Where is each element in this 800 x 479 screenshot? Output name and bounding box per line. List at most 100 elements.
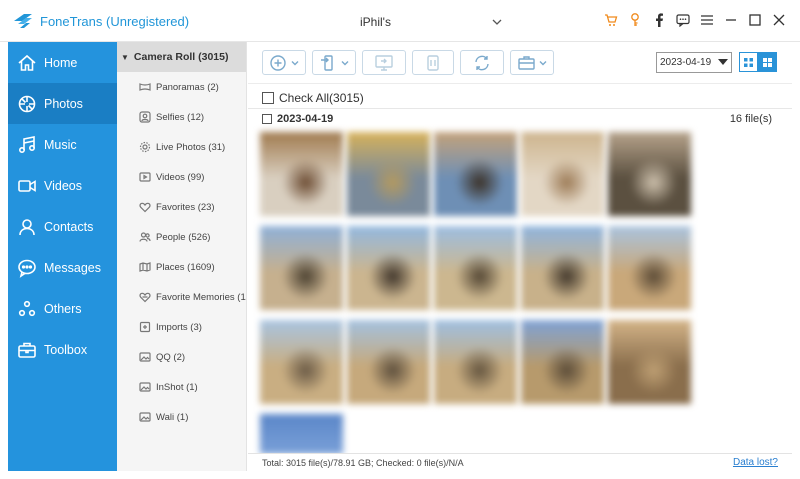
heart-icon xyxy=(139,201,151,213)
sidebar-item-label: Others xyxy=(44,301,82,316)
toolbar: 2023-04-19 xyxy=(248,42,792,84)
album-label: Favorite Memories (1419) xyxy=(156,291,246,303)
add-button[interactable] xyxy=(262,50,306,75)
photo-thumbnail[interactable] xyxy=(434,320,517,404)
status-bar: Total: 3015 file(s)/78.91 GB; Checked: 0… xyxy=(248,453,792,471)
album-item-videos[interactable]: Videos (99) xyxy=(139,169,204,185)
check-all[interactable]: Check All(3015) xyxy=(262,91,364,105)
favorite-memories-icon xyxy=(139,291,151,303)
window-frame xyxy=(0,471,800,479)
photo-thumbnail[interactable] xyxy=(347,132,430,216)
photo-thumbnail[interactable] xyxy=(434,132,517,216)
group-date[interactable]: 2023-04-19 xyxy=(262,113,333,125)
key-icon[interactable] xyxy=(628,12,642,28)
album-icon xyxy=(139,411,151,423)
album-item-inshot[interactable]: InShot (1) xyxy=(139,379,198,395)
photo-thumbnail[interactable] xyxy=(260,320,343,404)
others-icon xyxy=(16,298,38,320)
photo-thumbnail[interactable] xyxy=(260,226,343,310)
data-lost-link[interactable]: Data lost? xyxy=(733,457,778,468)
sidebar-item-label: Toolbox xyxy=(44,342,88,357)
messages-icon xyxy=(16,257,38,279)
title-bar: FoneTrans (Unregistered) iPhil's xyxy=(0,0,800,42)
check-all-checkbox[interactable] xyxy=(262,92,274,104)
sidebar-item-messages[interactable]: Messages xyxy=(8,247,117,288)
sidebar-item-home[interactable]: Home xyxy=(8,42,117,83)
album-item-wali[interactable]: Wali (1) xyxy=(139,409,188,425)
music-icon xyxy=(16,134,38,156)
main-sidebar: Home Photos Music Videos Contacts Messag… xyxy=(8,42,117,471)
sidebar-item-label: Messages xyxy=(44,260,101,275)
window-controls xyxy=(604,12,786,28)
photo-thumbnail[interactable] xyxy=(521,226,604,310)
close-icon[interactable] xyxy=(772,12,786,28)
album-item-favorites[interactable]: Favorites (23) xyxy=(139,199,215,215)
dropdown-arrow-icon xyxy=(718,59,728,65)
main-content: 2023-04-19 Check All(3015) 2023-04-19 16… xyxy=(248,42,792,471)
places-icon xyxy=(139,261,151,273)
device-name: iPhil's xyxy=(360,15,391,29)
fonetrans-logo-icon xyxy=(14,14,32,28)
brand: FoneTrans (Unregistered) xyxy=(12,12,189,30)
photo-thumbnail[interactable] xyxy=(608,320,691,404)
album-item-places[interactable]: Places (1609) xyxy=(139,259,215,275)
album-item-selfies[interactable]: Selfies (12) xyxy=(139,109,204,125)
maximize-icon[interactable] xyxy=(748,12,762,28)
photo-thumbnail[interactable] xyxy=(260,414,343,454)
album-item-imports[interactable]: Imports (3) xyxy=(139,319,202,335)
video-icon xyxy=(139,171,151,183)
album-label: Panoramas (2) xyxy=(156,81,219,93)
album-item-live-photos[interactable]: Live Photos (31) xyxy=(139,139,225,155)
panorama-icon xyxy=(139,81,151,93)
chevron-down-icon xyxy=(492,19,502,25)
delete-button[interactable] xyxy=(412,50,454,75)
date-select[interactable]: 2023-04-19 xyxy=(656,52,732,73)
minimize-icon[interactable] xyxy=(724,12,738,28)
photo-thumbnail[interactable] xyxy=(347,226,430,310)
sidebar-item-label: Home xyxy=(44,55,78,70)
sidebar-item-photos[interactable]: Photos xyxy=(8,83,117,124)
video-icon xyxy=(16,175,38,197)
export-to-device-button[interactable] xyxy=(312,50,356,75)
contacts-icon xyxy=(16,216,38,238)
export-to-pc-button[interactable] xyxy=(362,50,406,75)
photo-thumbnail[interactable] xyxy=(260,132,343,216)
album-icon xyxy=(139,351,151,363)
sidebar-item-label: Music xyxy=(44,137,77,152)
facebook-icon[interactable] xyxy=(652,12,666,28)
album-label: Places (1609) xyxy=(156,261,215,273)
album-item-favorite-memories[interactable]: Favorite Memories (1419) xyxy=(139,289,246,305)
grid-large-view-button[interactable] xyxy=(758,52,777,72)
device-selector[interactable]: iPhil's xyxy=(340,11,508,33)
sidebar-item-toolbox[interactable]: Toolbox xyxy=(8,329,117,370)
photo-thumbnail[interactable] xyxy=(608,132,691,216)
photo-thumbnail[interactable] xyxy=(347,320,430,404)
album-label: Selfies (12) xyxy=(156,111,205,123)
sidebar-item-others[interactable]: Others xyxy=(8,288,117,329)
menu-icon[interactable] xyxy=(700,12,714,28)
sidebar-item-videos[interactable]: Videos xyxy=(8,165,117,206)
sidebar-item-contacts[interactable]: Contacts xyxy=(8,206,117,247)
chat-icon[interactable] xyxy=(676,12,690,28)
photo-thumbnail[interactable] xyxy=(608,226,691,310)
refresh-button[interactable] xyxy=(460,50,504,75)
photo-thumbnail[interactable] xyxy=(521,132,604,216)
cart-icon[interactable] xyxy=(604,12,618,28)
album-item-qq[interactable]: QQ (2) xyxy=(139,349,185,365)
album-item-panoramas[interactable]: Panoramas (2) xyxy=(139,79,219,95)
album-label: Imports (3) xyxy=(156,321,202,333)
sidebar-item-label: Contacts xyxy=(44,219,94,234)
album-header-label: Camera Roll (3015) xyxy=(133,51,229,63)
sidebar-item-label: Photos xyxy=(44,96,83,111)
sidebar-item-label: Videos xyxy=(44,178,82,193)
sidebar-item-music[interactable]: Music xyxy=(8,124,117,165)
toolbox-button[interactable] xyxy=(510,50,554,75)
grid-small-view-button[interactable] xyxy=(739,52,758,72)
group-date-label: 2023-04-19 xyxy=(277,113,334,125)
group-checkbox[interactable] xyxy=(262,114,272,124)
album-header-camera-roll[interactable]: ▼ Camera Roll (3015) xyxy=(117,42,246,72)
photo-thumbnail[interactable] xyxy=(434,226,517,310)
photo-thumbnail[interactable] xyxy=(521,320,604,404)
toolbox-icon xyxy=(16,339,38,361)
album-item-people[interactable]: People (526) xyxy=(139,229,210,245)
